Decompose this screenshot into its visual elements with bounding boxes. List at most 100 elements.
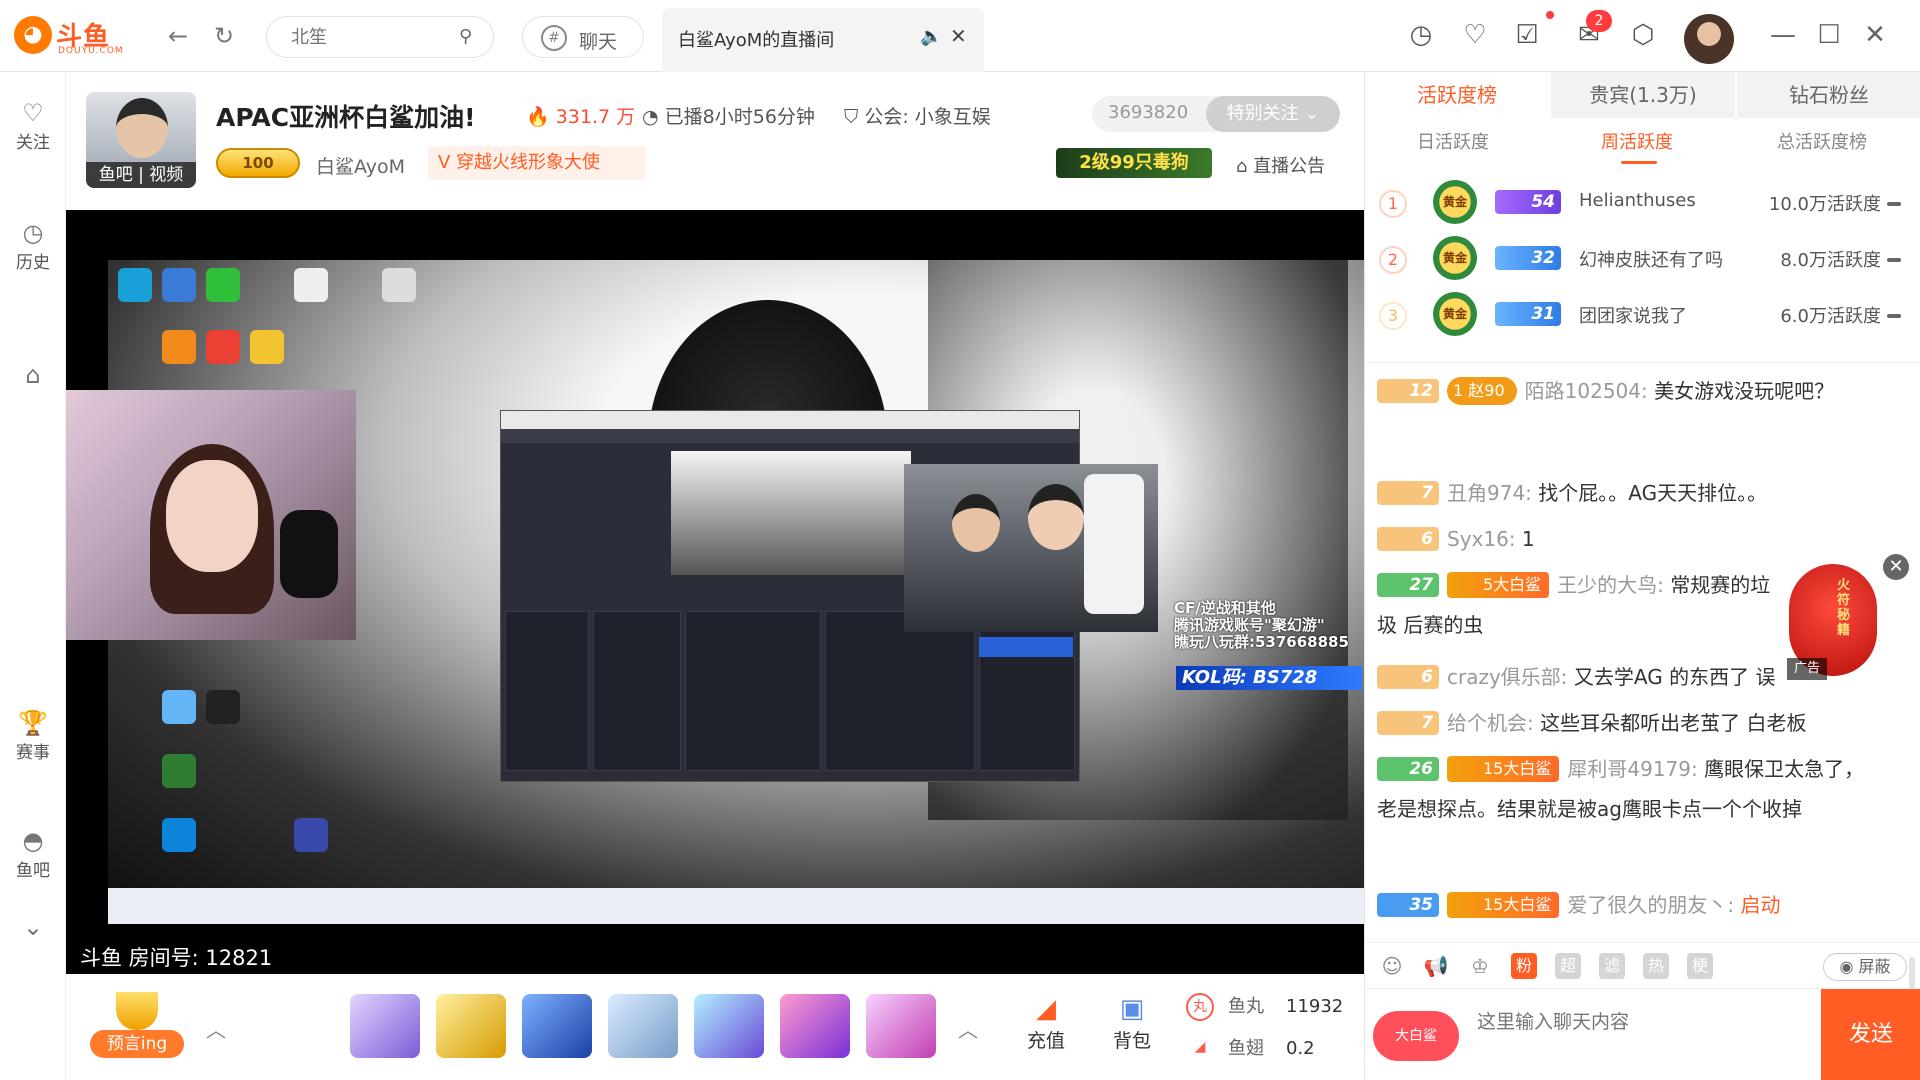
heart-icon[interactable]: ♡ bbox=[1458, 18, 1492, 52]
host-avatar-label[interactable]: 鱼吧 | 视频 bbox=[86, 162, 196, 188]
chat-message[interactable]: 35 15大白鲨 爱了很久的朋友丶: 启动 bbox=[1377, 885, 1877, 925]
desktop-app-icon bbox=[162, 818, 196, 852]
chat-message[interactable]: 6 Syx16: 1 bbox=[1377, 519, 1877, 559]
rail-item-events[interactable]: 🏆 赛事 bbox=[0, 708, 66, 763]
settings-hexagon-icon[interactable]: ⬡ bbox=[1626, 18, 1660, 52]
window-close-icon[interactable]: ✕ bbox=[1860, 20, 1890, 50]
gift-item[interactable] bbox=[350, 994, 420, 1058]
rank-row[interactable]: 1 黄金 54 Helianthuses 10.0万活跃度 bbox=[1365, 176, 1920, 232]
rail-expand[interactable]: ⌄ bbox=[0, 912, 66, 942]
chat-input[interactable] bbox=[1465, 989, 1803, 1080]
user-level-badge: 35 bbox=[1377, 892, 1439, 917]
gift-item[interactable] bbox=[608, 994, 678, 1058]
ad-close-icon[interactable]: ✕ bbox=[1883, 554, 1909, 580]
fish-ball-value: 11932 bbox=[1286, 996, 1344, 1017]
hot-button[interactable]: 热 bbox=[1643, 953, 1669, 979]
host-avatar[interactable]: 鱼吧 | 视频 bbox=[86, 92, 196, 188]
prediction-label: 预言ing bbox=[90, 1030, 184, 1058]
rail-label: 历史 bbox=[16, 253, 50, 273]
tab-activity-rank[interactable]: 活跃度榜 bbox=[1365, 72, 1549, 118]
guild[interactable]: ⛉ 公会: 小象互娱 bbox=[844, 102, 991, 129]
chevron-up-icon[interactable]: ︿ bbox=[204, 1014, 228, 1042]
chat-nickname[interactable]: Syx16: bbox=[1447, 527, 1516, 551]
tab-title: 白鲨AyoM的直播间 bbox=[678, 30, 835, 51]
gift-item[interactable] bbox=[780, 994, 850, 1058]
emoji-icon[interactable]: ☺ bbox=[1379, 953, 1405, 979]
calendar-check-icon[interactable]: ☑ bbox=[1510, 18, 1544, 52]
meme-button[interactable]: 梗 bbox=[1687, 953, 1713, 979]
subtab-weekly[interactable]: 周活跃度 bbox=[1601, 128, 1673, 164]
host-name[interactable]: 白鲨AyoM bbox=[316, 152, 405, 179]
rail-item-follow[interactable]: ♡ 关注 bbox=[0, 98, 66, 153]
minimize-icon[interactable]: — bbox=[1768, 20, 1798, 50]
chat-message[interactable]: 7 丑角974: 找个屁。。AG天天排位。。 bbox=[1377, 473, 1877, 513]
douyu-logo[interactable]: ◕ 斗鱼 DOUYU.COM bbox=[14, 14, 124, 56]
chat-nickname[interactable]: 给个机会: bbox=[1447, 711, 1534, 735]
subtab-total[interactable]: 总活跃度榜 bbox=[1777, 128, 1867, 154]
back-arrow-icon[interactable]: ← bbox=[164, 22, 192, 50]
filter-button[interactable]: 滤 bbox=[1599, 953, 1625, 979]
fire-icon: 🔥 bbox=[526, 106, 550, 128]
microphone-icon bbox=[280, 510, 338, 598]
fish-logo-icon: ◕ bbox=[14, 16, 52, 54]
broadcast-horn-icon[interactable]: 📢 bbox=[1423, 953, 1449, 979]
gift-item[interactable] bbox=[866, 994, 936, 1058]
rank-row[interactable]: 3 黄金 31 团团家说我了 6.0万活跃度 bbox=[1365, 288, 1920, 344]
user-level-badge: 6 bbox=[1377, 664, 1439, 689]
desktop-app-icon bbox=[118, 268, 152, 302]
crown-icon[interactable]: ♔ bbox=[1467, 953, 1493, 979]
super-filter-button[interactable]: 超 bbox=[1555, 953, 1581, 979]
tab-diamond-fans[interactable]: 钻石粉丝 bbox=[1737, 72, 1920, 118]
send-button[interactable]: 发送 bbox=[1821, 989, 1920, 1080]
video-player[interactable]: CF/逆战和其他 腾讯游戏账号"聚幻游" 瞧玩八玩群:537668885 KOL… bbox=[66, 210, 1364, 974]
chat-nickname[interactable]: crazy俱乐部: bbox=[1447, 665, 1568, 689]
shark-noble-badge: 15大白鲨 bbox=[1447, 891, 1560, 918]
block-toggle-button[interactable]: ◉ 屏蔽 bbox=[1823, 953, 1907, 981]
chat-message[interactable]: 27 5大白鲨 王少的大鸟: 常规赛的垃圾 后赛的虫 bbox=[1377, 565, 1785, 645]
stream-overlay-text: CF/逆战和其他 腾讯游戏账号"聚幻游" 瞧玩八玩群:537668885 bbox=[1174, 600, 1349, 651]
ambassador-tag[interactable]: V 穿越火线形象大使 bbox=[428, 146, 646, 180]
gift-item[interactable] bbox=[694, 994, 764, 1058]
rail-item-fishbar[interactable]: ◓ 鱼吧 bbox=[0, 826, 66, 881]
user-avatar[interactable] bbox=[1684, 14, 1734, 64]
gift-item[interactable] bbox=[522, 994, 592, 1058]
chat-message[interactable]: 26 15大白鲨 犀利哥49179: 鹰眼保卫太急了，老是想探点。结果就是被ag鹰眼… bbox=[1377, 749, 1877, 829]
tab-live-room[interactable]: 白鲨AyoM的直播间 🔈 ✕ bbox=[662, 8, 984, 72]
clock-icon[interactable]: ◷ bbox=[1404, 18, 1438, 52]
backpack-button[interactable]: ▣ 背包 bbox=[1102, 992, 1162, 1053]
gift-item[interactable] bbox=[436, 994, 506, 1058]
prediction-button[interactable]: 预言ing bbox=[90, 992, 184, 1066]
promo-banner[interactable]: 2级99只毒狗 bbox=[1056, 148, 1212, 178]
fish-fin-value: 0.2 bbox=[1286, 1038, 1315, 1059]
chat-nickname[interactable]: 丑角974: bbox=[1447, 481, 1532, 505]
rail-item-home[interactable]: ⌂ bbox=[0, 360, 66, 390]
fish-ball-balance: 丸鱼丸 11932 bbox=[1186, 992, 1343, 1021]
rank-row[interactable]: 2 黄金 32 幻神皮肤还有了吗 8.0万活跃度 bbox=[1365, 232, 1920, 288]
fan-club-badge[interactable]: 大白鲨 bbox=[1373, 1011, 1459, 1061]
fan-filter-button[interactable]: 粉 bbox=[1511, 953, 1537, 979]
obs-controls-dock bbox=[979, 611, 1075, 771]
maximize-icon[interactable]: ☐ bbox=[1814, 20, 1844, 50]
recharge-button[interactable]: ◢ 充值 bbox=[1016, 992, 1076, 1053]
speaker-mute-icon[interactable]: 🔈 bbox=[920, 26, 942, 47]
refresh-icon[interactable]: ↻ bbox=[210, 22, 238, 50]
chevron-up-icon[interactable]: ︿ bbox=[956, 1014, 980, 1042]
close-tab-icon[interactable]: ✕ bbox=[950, 24, 967, 48]
special-follow-button[interactable]: 特别关注 ⌄ bbox=[1206, 96, 1340, 132]
chat-message[interactable]: 7 给个机会: 这些耳朵都听出老茧了 白老板 bbox=[1377, 703, 1877, 743]
announcement-text: 直播公告 bbox=[1253, 156, 1326, 177]
announcement-link[interactable]: ⌂ 直播公告 bbox=[1236, 152, 1325, 178]
chat-message[interactable]: 12 1 赵90 陌路102504: 美女游戏没玩呢吧？ bbox=[1377, 371, 1877, 411]
chat-nickname[interactable]: 爱了很久的朋友丶: bbox=[1567, 893, 1734, 917]
subtab-daily[interactable]: 日活跃度 bbox=[1417, 128, 1489, 154]
search-icon[interactable]: ⚲ bbox=[459, 26, 481, 48]
search-input[interactable] bbox=[291, 25, 451, 49]
chat-nickname[interactable]: 陌路102504: bbox=[1525, 379, 1648, 403]
chat-message[interactable]: 6 crazy俱乐部: 又去学AG 的东西了 误 bbox=[1377, 657, 1785, 697]
chat-nickname[interactable]: 犀利哥49179: bbox=[1567, 757, 1697, 781]
floating-ad[interactable]: 火符秘籍 广告 bbox=[1785, 564, 1881, 684]
tab-vip[interactable]: 贵宾(1.3万) bbox=[1551, 72, 1735, 118]
chat-nickname[interactable]: 王少的大鸟: bbox=[1557, 573, 1664, 597]
rail-item-history[interactable]: ◷ 历史 bbox=[0, 218, 66, 273]
chat-button[interactable]: # 聊天 bbox=[522, 16, 644, 58]
